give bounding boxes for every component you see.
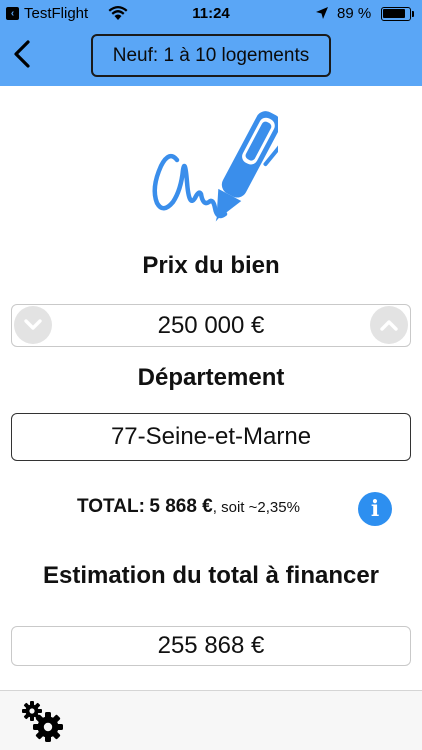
chevron-left-icon[interactable] [8,36,36,72]
gears-icon[interactable] [20,699,66,743]
chevron-down-icon [24,319,42,330]
battery-icon [381,7,411,21]
total-label: TOTAL: [77,496,145,517]
price-increment-button[interactable] [370,306,408,344]
info-icon: i [370,496,380,522]
total-percent-detail: , soit ~2,35% [212,499,300,516]
price-decrement-button[interactable] [14,306,52,344]
top-bar: ‹ TestFlight 11:24 89 % Neuf: 1 à 10 log… [0,0,422,86]
total-value: 5 868 € [149,496,213,517]
status-bar: ‹ TestFlight 11:24 89 % [0,0,422,28]
financing-estimate-value: 255 868 € [11,626,411,666]
location-arrow-icon [316,7,328,19]
financing-estimate-label: Estimation du total à financer [42,562,380,589]
price-value-field[interactable]: 250 000 € [11,304,411,347]
chevron-up-icon [380,320,398,331]
info-button[interactable]: i [358,492,392,526]
battery-percent: 89 % [337,5,372,22]
mode-selector-button[interactable]: Neuf: 1 à 10 logements [91,34,331,77]
battery-level [383,9,405,18]
pen-signature-icon [152,111,278,222]
department-label: Département [137,364,285,391]
department-selector[interactable]: 77-Seine-et-Marne [11,413,411,461]
battery-cap [412,11,414,17]
price-label: Prix du bien [142,252,280,279]
